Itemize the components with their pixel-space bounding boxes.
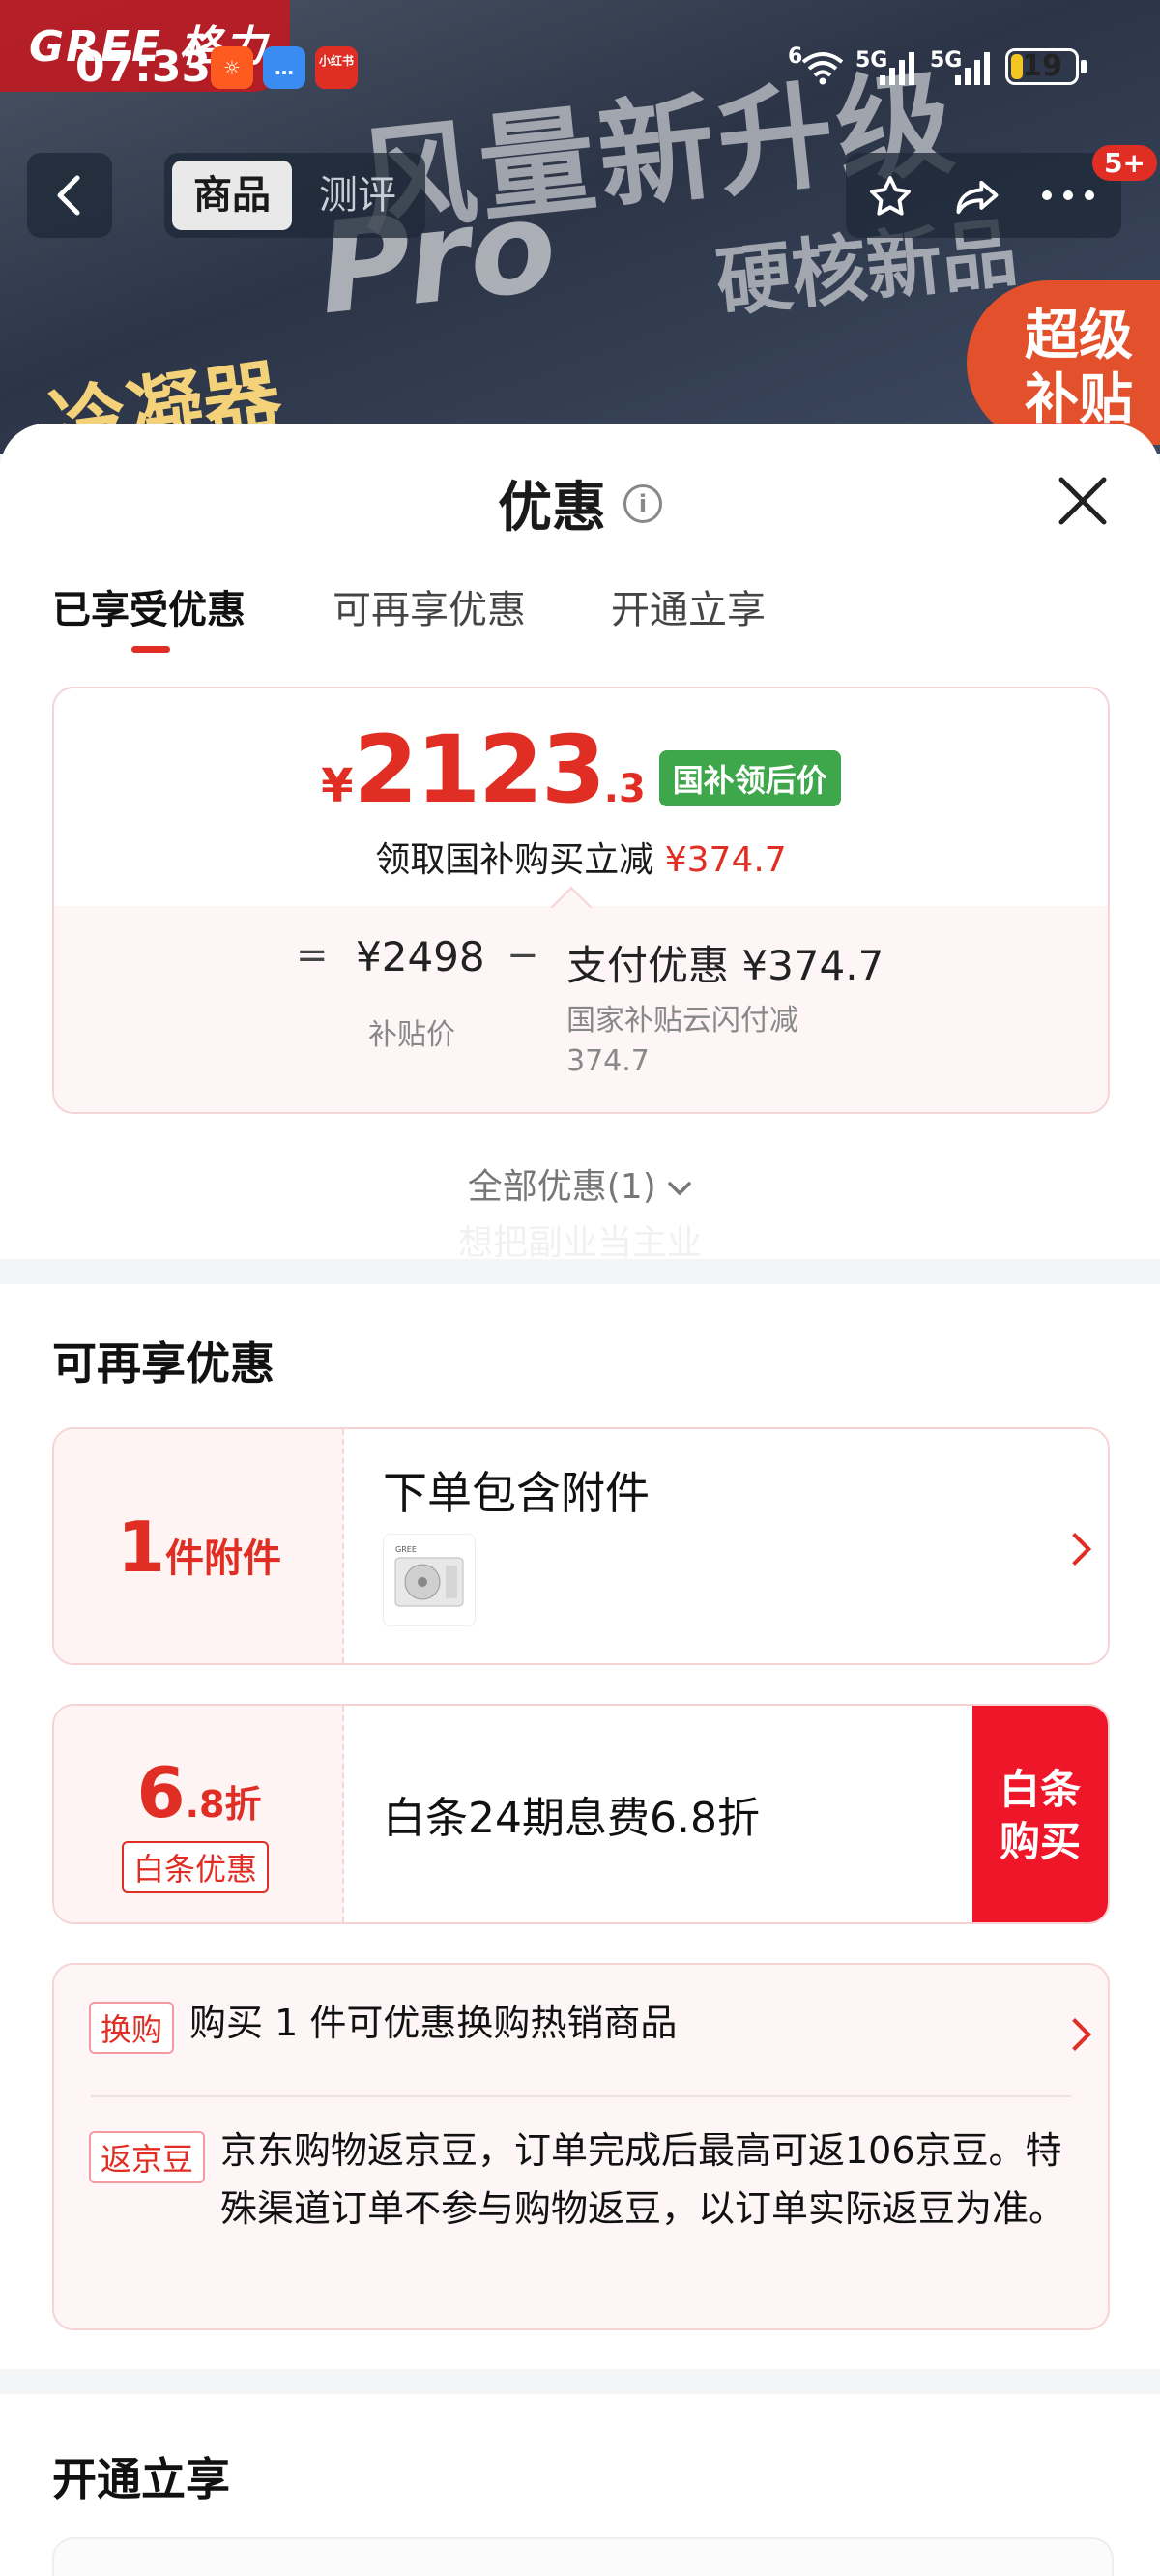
all-offers-toggle[interactable]: 全部优惠(1) xyxy=(0,1158,1160,1209)
tab-product[interactable]: 商品 xyxy=(172,161,292,230)
accessory-title: 下单包含附件 xyxy=(383,1467,650,1519)
subsidy-price-tag: 国补领后价 xyxy=(658,749,841,806)
section-divider xyxy=(0,1259,1160,1284)
active-tab-indicator xyxy=(131,646,170,653)
tab-review[interactable]: 测评 xyxy=(298,161,418,230)
status-time: 07:33 xyxy=(75,43,212,92)
close-icon[interactable] xyxy=(1054,472,1112,530)
notification-badge: 5+ xyxy=(1092,145,1157,181)
xiaohongshu-app-icon: 小红书 xyxy=(315,46,358,89)
baitiao-offer-card: 6.8折 白条优惠 白条24期息费6.8折 白条 购买 xyxy=(52,1704,1110,1924)
discount-sheet: 优惠 i 已享受优惠 可再享优惠 开通立享 ¥2123.3 国补领后价 领取国补购买… xyxy=(0,424,1160,2576)
outdoor-unit-image: GREE xyxy=(394,1545,464,1607)
battery-icon: 19 xyxy=(1005,48,1079,85)
open-offer-card[interactable] xyxy=(52,2537,1114,2576)
open-offers-title: 开通立享 xyxy=(52,2453,230,2505)
extra-benefits-card: 换购 购买 1 件可优惠换购热销商品 返京豆 京东购物返京豆，订单完成后最高可返… xyxy=(52,1963,1110,2330)
baitiao-buy-button[interactable]: 白条 购买 xyxy=(972,1706,1108,1922)
benefits-divider xyxy=(91,2095,1071,2097)
more-offers-title: 可再享优惠 xyxy=(52,1337,275,1390)
accessory-offer-left: 1件附件 xyxy=(54,1429,344,1663)
info-icon[interactable]: i xyxy=(624,483,662,523)
subsidy-amount: ¥374.7 xyxy=(664,840,787,880)
subsidy-base-price: ¥2498 xyxy=(356,933,485,981)
jingdou-text: 京东购物返京豆，订单完成后最高可返106京豆。特殊渠道订单不参与购物返豆，以订单… xyxy=(220,2129,1066,2230)
svg-text:GREE: GREE xyxy=(395,1545,417,1554)
baitiao-discount-number: 6 xyxy=(136,1752,186,1833)
signal-icon-1 xyxy=(880,46,918,85)
chevron-left-icon xyxy=(57,175,80,216)
accessory-thumbnail[interactable]: GREE xyxy=(383,1534,476,1626)
baitiao-offer-left: 6.8折 白条优惠 xyxy=(54,1706,344,1922)
chevron-right-icon[interactable] xyxy=(1058,2018,1091,2051)
accessory-count: 1件附件 xyxy=(54,1507,344,1588)
price-integer: 2123 xyxy=(353,716,606,824)
tab-more-offers[interactable]: 可再享优惠 xyxy=(333,578,526,634)
message-app-icon: … xyxy=(263,46,305,89)
equals-sign: = xyxy=(296,933,329,978)
exchange-text[interactable]: 购买 1 件可优惠换购热销商品 xyxy=(189,1994,677,2052)
sheet-header: 优惠 i xyxy=(0,464,1160,542)
star-icon[interactable] xyxy=(863,172,917,222)
accessory-count-number: 1 xyxy=(116,1507,166,1588)
signal-icon-2 xyxy=(955,46,994,85)
subsidy-subtitle-text: 领取国补购买立减 xyxy=(375,840,654,880)
battery-tip xyxy=(1081,60,1087,73)
payment-discount: 支付优惠 ¥374.7 xyxy=(566,942,884,989)
status-bar: 07:33 ☼ … 小红书 6 5G 5G 19 xyxy=(0,39,1160,97)
top-nav: 商品 测评 5+ xyxy=(0,145,1160,240)
product-review-switch: 商品 测评 xyxy=(164,153,425,238)
currency-symbol: ¥ xyxy=(321,759,354,813)
sheet-title: 优惠 xyxy=(498,477,606,540)
more-icon[interactable] xyxy=(1039,188,1097,203)
chevron-down-icon xyxy=(668,1182,691,1196)
banner-subsidy-badge: 超级 补贴 xyxy=(967,280,1160,445)
baitiao-tag: 白条优惠 xyxy=(122,1841,270,1893)
exchange-tag: 换购 xyxy=(89,2002,175,2054)
section-divider xyxy=(0,2369,1160,2394)
wifi-icon xyxy=(801,52,844,85)
jingdou-tag: 返京豆 xyxy=(89,2131,206,2183)
baitiao-discount-value: 6.8折 xyxy=(54,1752,344,1833)
price-formula: = ¥2498 补贴价 − 支付优惠 ¥374.7 国家补贴云闪付减374.7 xyxy=(54,886,1108,1112)
price-decimal: .3 xyxy=(603,767,646,811)
all-offers-label: 全部优惠(1) xyxy=(467,1167,656,1207)
final-price: ¥2123.3 国补领后价 xyxy=(54,716,1108,826)
price-breakdown-card: ¥2123.3 国补领后价 领取国补购买立减 ¥374.7 = ¥2498 补贴价… xyxy=(52,687,1110,1114)
subsidy-base-caption: 补贴价 xyxy=(368,1018,455,1052)
watermark-text: 想把副业当主业 xyxy=(457,1223,702,1263)
minus-sign: − xyxy=(507,933,539,978)
accessory-count-unit: 件附件 xyxy=(165,1537,282,1581)
tab-open-offers[interactable]: 开通立享 xyxy=(611,578,766,634)
battery-percent: 19 xyxy=(1022,49,1062,83)
nav-actions xyxy=(846,153,1121,238)
price-summary: ¥2123.3 国补领后价 领取国补购买立减 ¥374.7 xyxy=(54,688,1108,906)
payment-discount-caption: 国家补贴云闪付减374.7 xyxy=(566,1004,798,1078)
tab-enjoyed-offers[interactable]: 已享受优惠 xyxy=(52,578,246,634)
baitiao-discount-unit: .8折 xyxy=(185,1783,262,1826)
chevron-right-icon xyxy=(1058,1533,1091,1566)
baitiao-title: 白条24期息费6.8折 xyxy=(383,1794,760,1843)
share-icon[interactable] xyxy=(950,172,1004,222)
taobao-app-icon: ☼ xyxy=(211,46,253,89)
accessory-offer-card[interactable]: 1件附件 下单包含附件 GREE xyxy=(52,1427,1110,1665)
back-button[interactable] xyxy=(27,153,112,238)
subsidy-subtitle: 领取国补购买立减 ¥374.7 xyxy=(54,832,1108,882)
